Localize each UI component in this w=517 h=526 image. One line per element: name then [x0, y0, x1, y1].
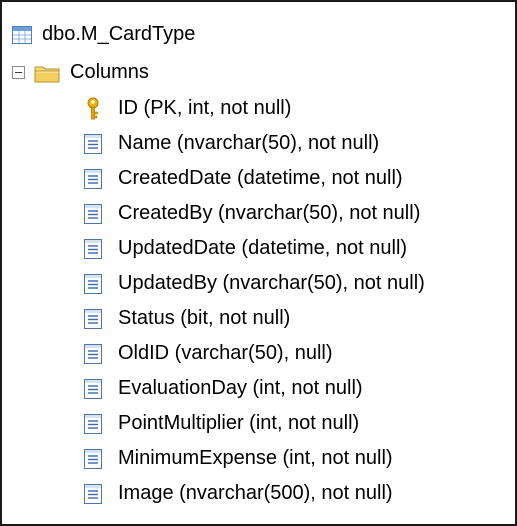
- folder-icon: [34, 63, 60, 83]
- column-icon: [80, 307, 106, 331]
- column-label: Image (nvarchar(500), not null): [118, 482, 393, 504]
- column-icon: [80, 377, 106, 401]
- column-node-image[interactable]: Image (nvarchar(500), not null): [80, 477, 393, 510]
- column-node-updatedby[interactable]: UpdatedBy (nvarchar(50), not null): [80, 267, 425, 300]
- tree-node-table[interactable]: dbo.M_CardType: [12, 18, 195, 51]
- column-node-minimumexpense[interactable]: MinimumExpense (int, not null): [80, 442, 393, 475]
- column-node-pointmultiplier[interactable]: PointMultiplier (int, not null): [80, 407, 359, 440]
- column-node-createddate[interactable]: CreatedDate (datetime, not null): [80, 162, 403, 195]
- column-icon: [80, 272, 106, 296]
- collapse-minus-icon[interactable]: [12, 66, 25, 79]
- column-icon: [80, 412, 106, 436]
- column-label: ID (PK, int, not null): [118, 97, 292, 119]
- column-node-oldid[interactable]: OldID (varchar(50), null): [80, 337, 333, 370]
- column-label: Status (bit, not null): [118, 307, 291, 329]
- clipped-row-below: [12, 522, 48, 524]
- table-icon: [12, 25, 32, 44]
- column-label: UpdatedBy (nvarchar(50), not null): [118, 272, 425, 294]
- column-label: CreatedBy (nvarchar(50), not null): [118, 202, 421, 224]
- column-node-updateddate[interactable]: UpdatedDate (datetime, not null): [80, 232, 407, 265]
- column-node-status[interactable]: Status (bit, not null): [80, 302, 290, 335]
- column-icon: [80, 132, 106, 156]
- column-icon: [80, 482, 106, 506]
- table-name-label: dbo.M_CardType: [42, 23, 196, 45]
- column-label: Name (nvarchar(50), not null): [118, 132, 380, 154]
- column-icon: [80, 342, 106, 366]
- column-label: EvaluationDay (int, not null): [118, 377, 363, 399]
- column-icon: [80, 202, 106, 226]
- columns-folder-label: Columns: [70, 61, 149, 83]
- column-node-name[interactable]: Name (nvarchar(50), not null): [80, 127, 379, 160]
- tree-node-columns-folder[interactable]: Columns: [12, 56, 149, 89]
- column-icon: [80, 237, 106, 261]
- key-icon: [80, 97, 106, 121]
- column-label: PointMultiplier (int, not null): [118, 412, 360, 434]
- column-node-evaluationday[interactable]: EvaluationDay (int, not null): [80, 372, 363, 405]
- column-label: OldID (varchar(50), null): [118, 342, 333, 364]
- column-label: MinimumExpense (int, not null): [118, 447, 393, 469]
- column-label: UpdatedDate (datetime, not null): [118, 237, 408, 259]
- column-label: CreatedDate (datetime, not null): [118, 167, 403, 189]
- column-node-createdby[interactable]: CreatedBy (nvarchar(50), not null): [80, 197, 420, 230]
- column-icon: [80, 447, 106, 471]
- column-node-id[interactable]: ID (PK, int, not null): [80, 92, 291, 125]
- column-icon: [80, 167, 106, 191]
- object-explorer-panel: dbo.M_CardType Columns ID (PK, int, not …: [0, 0, 517, 526]
- clipped-row-above: [62, 2, 302, 4]
